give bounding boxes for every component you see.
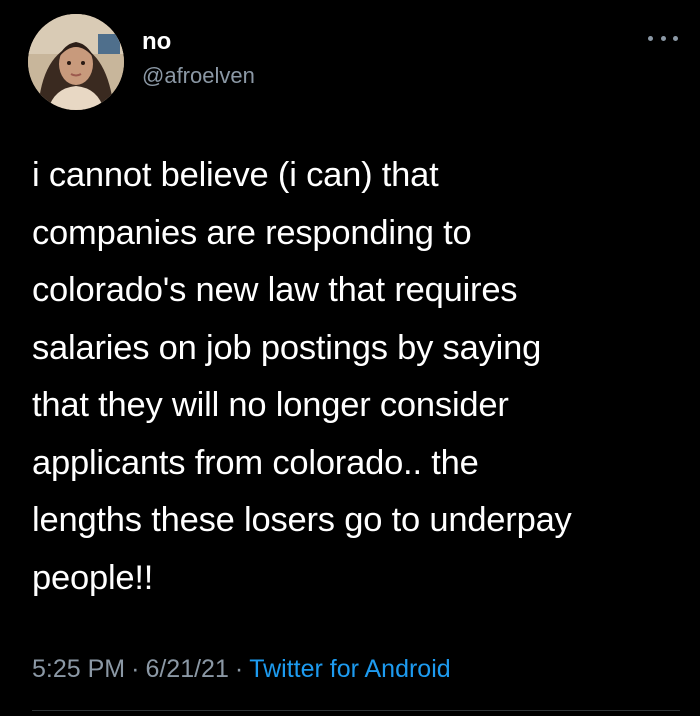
username-handle[interactable]: @afroelven — [142, 62, 255, 90]
tweet-source-link[interactable]: Twitter for Android — [249, 655, 450, 683]
more-dot — [660, 35, 666, 41]
tweet-text: i cannot believe (i can) that companies … — [32, 156, 572, 597]
tweet-time[interactable]: 5:25 PM — [32, 655, 125, 683]
tweet-date[interactable]: 6/21/21 — [145, 655, 228, 683]
tweet-metadata: 5:25 PM · 6/21/21 · Twitter for Android — [32, 654, 451, 684]
tweet-card: no @afroelven i cannot believe (i can) t… — [0, 0, 700, 716]
meta-separator: · — [131, 655, 140, 683]
profile-photo-icon — [28, 14, 124, 110]
meta-separator: · — [234, 655, 244, 683]
divider — [32, 710, 680, 711]
display-name[interactable]: no — [142, 28, 171, 56]
more-dot — [648, 35, 653, 41]
more-horizontal-icon[interactable] — [648, 32, 678, 44]
more-dot — [673, 35, 678, 41]
avatar[interactable] — [28, 14, 124, 110]
tweet-header: no @afroelven — [28, 14, 678, 110]
